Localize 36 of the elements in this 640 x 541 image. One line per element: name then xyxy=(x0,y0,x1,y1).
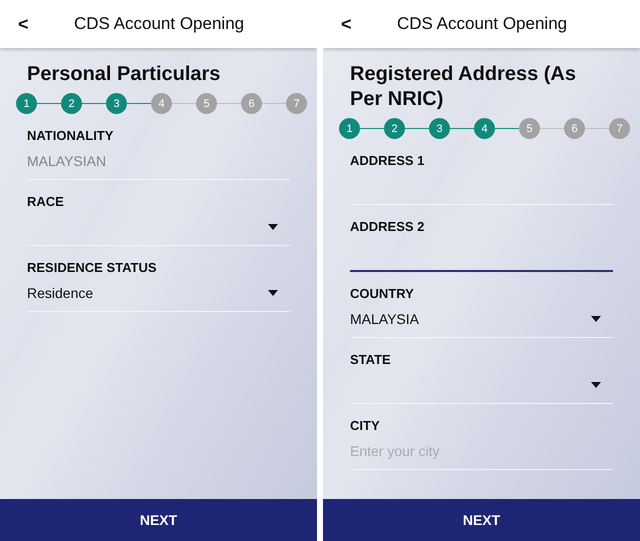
step-indicator: 6 xyxy=(241,93,262,114)
section-heading: Personal Particulars xyxy=(27,62,222,87)
field-label: STATE xyxy=(350,352,392,367)
step-indicator: 1 xyxy=(339,118,360,139)
step-indicator: 1 xyxy=(16,93,37,114)
dropdown-caret-icon xyxy=(591,382,601,388)
step-indicator: 4 xyxy=(474,118,495,139)
step-indicator: 2 xyxy=(61,93,82,114)
dropdown-caret-icon xyxy=(268,224,278,230)
step-indicator: 7 xyxy=(286,93,307,114)
back-button[interactable]: < xyxy=(323,14,375,34)
screen-title: CDS Account Opening xyxy=(74,14,244,34)
section-heading: Registered Address (As Per NRIC) xyxy=(350,62,577,112)
field-label: ADDRESS 2 xyxy=(350,219,426,234)
dropdown-field[interactable]: Residence xyxy=(27,275,290,312)
dropdown-field[interactable]: MALAYSIA xyxy=(350,301,613,338)
screen-title: CDS Account Opening xyxy=(397,14,568,34)
next-button[interactable]: NEXT xyxy=(323,499,640,541)
field-label: COUNTRY xyxy=(350,286,415,301)
step-indicator: 5 xyxy=(519,118,540,139)
step-indicator: 3 xyxy=(429,118,450,139)
field-label: RACE xyxy=(27,194,65,209)
dropdown-caret-icon xyxy=(591,316,601,322)
step-indicator: 7 xyxy=(609,118,630,139)
field-label: RESIDENCE STATUS xyxy=(27,260,158,275)
back-button[interactable]: < xyxy=(0,14,52,34)
field-label: CITY xyxy=(350,418,381,433)
next-button[interactable]: NEXT xyxy=(0,499,317,541)
field-label: NATIONALITY xyxy=(27,128,114,143)
step-indicator: 3 xyxy=(106,93,127,114)
step-indicator: 6 xyxy=(564,118,585,139)
step-indicator: 2 xyxy=(384,118,405,139)
step-indicator: 4 xyxy=(151,93,172,114)
field-label: ADDRESS 1 xyxy=(350,153,426,168)
dropdown-caret-icon xyxy=(268,290,278,296)
step-indicator: 5 xyxy=(196,93,217,114)
